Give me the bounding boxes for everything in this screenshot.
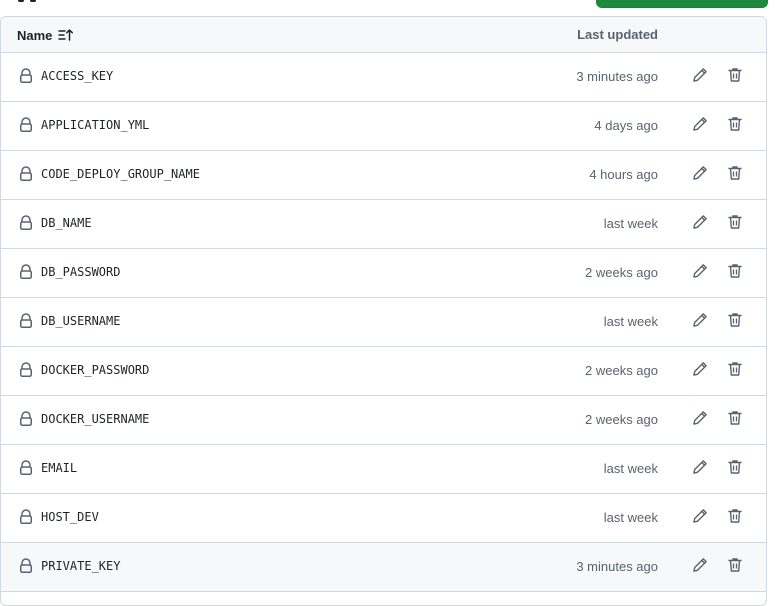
new-secret-button[interactable] — [596, 0, 768, 8]
edit-secret-button[interactable] — [688, 261, 712, 285]
secret-last-updated: last week — [603, 461, 658, 476]
pencil-icon — [692, 67, 708, 88]
lock-icon — [18, 313, 34, 329]
secret-last-updated: 3 minutes ago — [576, 559, 658, 574]
trash-icon — [727, 67, 743, 88]
table-header: Name Last updated — [1, 17, 766, 53]
edit-secret-button[interactable] — [688, 114, 712, 138]
edit-secret-button[interactable] — [688, 212, 712, 236]
pencil-icon — [692, 508, 708, 529]
lock-icon — [18, 509, 34, 525]
pencil-icon — [692, 459, 708, 480]
pencil-icon — [692, 557, 708, 578]
pencil-icon — [692, 116, 708, 137]
lock-icon — [18, 362, 34, 378]
secret-name: APPLICATION_YML — [41, 118, 150, 132]
sort-ascending-icon[interactable] — [58, 27, 74, 43]
trash-icon — [727, 263, 743, 284]
edit-secret-button[interactable] — [688, 65, 712, 89]
table-row: ACCESS_KEY 3 minutes ago — [1, 53, 766, 102]
edit-secret-button[interactable] — [688, 359, 712, 383]
pencil-icon — [692, 263, 708, 284]
table-row: DB_NAME last week — [1, 200, 766, 249]
trash-icon — [727, 459, 743, 480]
edit-secret-button[interactable] — [688, 163, 712, 187]
cut-off-heading — [18, 0, 78, 2]
table-row: DOCKER_PASSWORD 2 weeks ago — [1, 347, 766, 396]
pencil-icon — [692, 410, 708, 431]
secret-name: CODE_DEPLOY_GROUP_NAME — [41, 167, 200, 181]
secret-name: HOST_DEV — [41, 510, 99, 524]
lock-icon — [18, 166, 34, 182]
pencil-icon — [692, 361, 708, 382]
secret-name: DB_PASSWORD — [41, 265, 121, 279]
table-row: DB_PASSWORD 2 weeks ago — [1, 249, 766, 298]
table-row: EMAIL last week — [1, 445, 766, 494]
lock-icon — [18, 215, 34, 231]
edit-secret-button[interactable] — [688, 408, 712, 432]
secret-last-updated: 4 hours ago — [589, 167, 658, 182]
lock-icon — [18, 460, 34, 476]
secret-last-updated: last week — [603, 216, 658, 231]
trash-icon — [727, 214, 743, 235]
secret-name: DB_NAME — [41, 216, 92, 230]
table-row: DOCKER_USERNAME 2 weeks ago — [1, 396, 766, 445]
trash-icon — [727, 361, 743, 382]
lock-icon — [18, 264, 34, 280]
lock-icon — [18, 117, 34, 133]
delete-secret-button[interactable] — [723, 65, 747, 89]
delete-secret-button[interactable] — [723, 114, 747, 138]
secret-name: EMAIL — [41, 461, 78, 475]
trash-icon — [727, 116, 743, 137]
delete-secret-button[interactable] — [723, 408, 747, 432]
delete-secret-button[interactable] — [723, 555, 747, 579]
lock-icon — [18, 411, 34, 427]
trash-icon — [727, 410, 743, 431]
delete-secret-button[interactable] — [723, 212, 747, 236]
edit-secret-button[interactable] — [688, 555, 712, 579]
name-column-label: Name — [17, 27, 53, 43]
lock-icon — [18, 68, 34, 84]
delete-secret-button[interactable] — [723, 359, 747, 383]
secret-name: DOCKER_PASSWORD — [41, 363, 150, 377]
pencil-icon — [692, 165, 708, 186]
table-row: HOST_DEV last week — [1, 494, 766, 543]
trash-icon — [727, 165, 743, 186]
delete-secret-button[interactable] — [723, 261, 747, 285]
pencil-icon — [692, 214, 708, 235]
delete-secret-button[interactable] — [723, 310, 747, 334]
secrets-list: ACCESS_KEY 3 minutes ago APPLICATION_YML 4 … — [1, 53, 766, 592]
secrets-table: Name Last updated ACCESS_KEY 3 minutes ag… — [0, 16, 767, 606]
edit-secret-button[interactable] — [688, 506, 712, 530]
trash-icon — [727, 312, 743, 333]
secret-name: DOCKER_USERNAME — [41, 412, 150, 426]
secret-name: ACCESS_KEY — [41, 69, 114, 83]
edit-secret-button[interactable] — [688, 457, 712, 481]
secret-last-updated: 3 minutes ago — [576, 69, 658, 84]
secret-name: DB_USERNAME — [41, 314, 121, 328]
table-row: CODE_DEPLOY_GROUP_NAME 4 hours ago — [1, 151, 766, 200]
last-updated-column-label: Last updated — [577, 27, 658, 42]
secret-last-updated: last week — [603, 314, 658, 329]
secret-name: PRIVATE_KEY — [41, 559, 121, 573]
table-row: DB_USERNAME last week — [1, 298, 766, 347]
trash-icon — [727, 508, 743, 529]
sort-by-name-header[interactable]: Name — [17, 27, 74, 43]
trash-icon — [727, 557, 743, 578]
table-row: PRIVATE_KEY 3 minutes ago — [1, 543, 766, 592]
secret-last-updated: 2 weeks ago — [585, 265, 658, 280]
edit-secret-button[interactable] — [688, 310, 712, 334]
secret-last-updated: 4 days ago — [594, 118, 658, 133]
secret-last-updated: last week — [603, 510, 658, 525]
lock-icon — [18, 558, 34, 574]
delete-secret-button[interactable] — [723, 163, 747, 187]
delete-secret-button[interactable] — [723, 457, 747, 481]
delete-secret-button[interactable] — [723, 506, 747, 530]
secret-last-updated: 2 weeks ago — [585, 363, 658, 378]
secret-last-updated: 2 weeks ago — [585, 412, 658, 427]
table-row: APPLICATION_YML 4 days ago — [1, 102, 766, 151]
pencil-icon — [692, 312, 708, 333]
